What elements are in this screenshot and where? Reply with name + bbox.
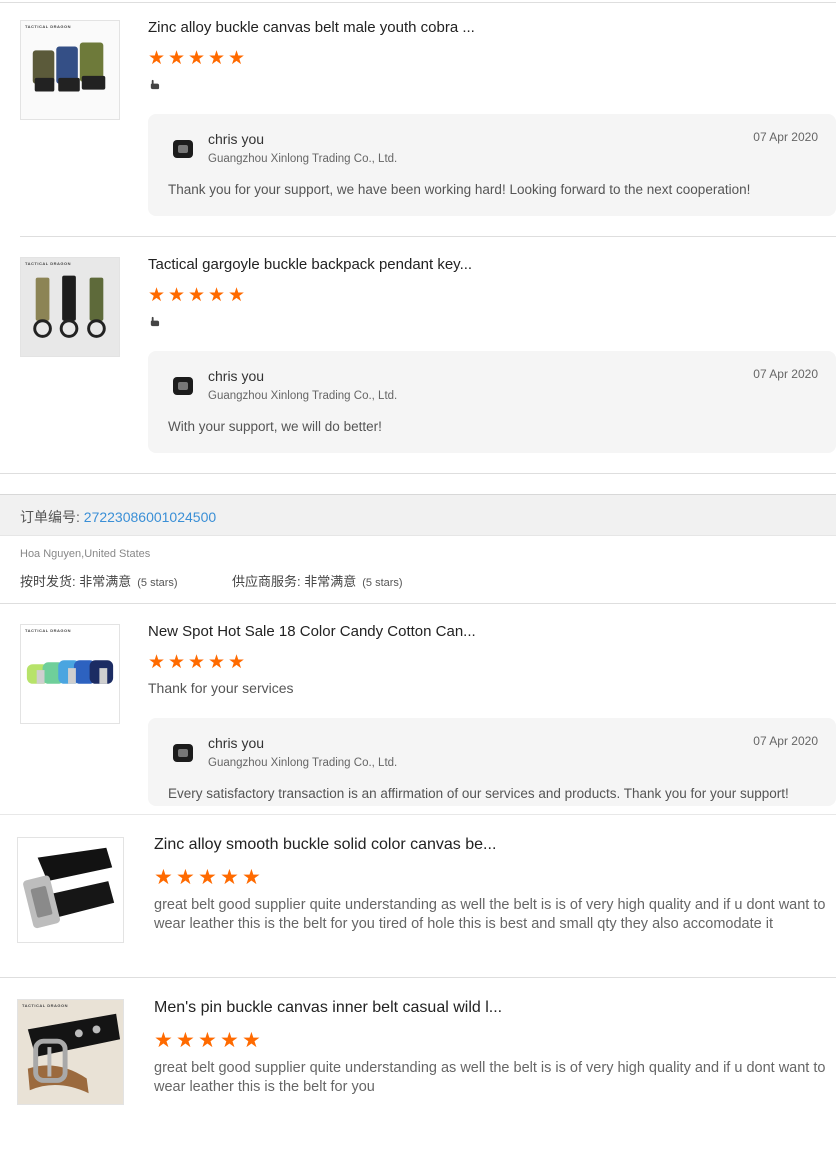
star-rating: ★ ★ ★ ★ ★ [148,47,246,69]
reply-author-name: chris you [208,368,265,384]
reply-author-name: chris you [208,735,265,751]
thumb-hand-icon[interactable] [149,316,160,327]
star-icon: ★ [154,1028,173,1052]
product-thumbnail[interactable]: TACTICAL DRAGON [20,257,120,357]
shipping-rating-stars: (5 stars) [137,577,178,589]
reply-text: Thank you for your support, we have been… [168,182,751,197]
divider [0,977,836,978]
pendant-image [21,258,119,356]
buyer-info: Hoa Nguyen,United States [20,548,151,560]
product-title[interactable]: Tactical gargoyle buckle backpack pendan… [148,256,472,273]
star-icon: ★ [242,1028,261,1052]
reply-company: Guangzhou Xinlong Trading Co., Ltd. [208,390,398,402]
order-number-link[interactable]: 27223086001024500 [84,509,216,525]
review-comment: great belt good supplier quite understan… [154,1059,836,1097]
thumb-brand-tag: TACTICAL DRAGON [25,24,72,29]
service-rating-label: 供应商服务: 非常满意 [232,574,357,589]
reply-date: 07 Apr 2020 [753,734,818,748]
seller-reply: chris you Guangzhou Xinlong Trading Co.,… [148,351,836,453]
star-icon: ★ [228,651,246,673]
product-title[interactable]: New Spot Hot Sale 18 Color Candy Cotton … [148,623,476,640]
divider [0,2,836,3]
reply-author-name: chris you [208,131,265,147]
product-thumbnail[interactable]: TACTICAL DRAGON [20,20,120,120]
belts-image [21,21,119,119]
candy-belts-image [21,625,119,723]
star-icon: ★ [220,1028,239,1052]
buckle-avatar-icon [173,140,193,158]
pin-buckle-belt-image [18,1000,123,1104]
thumb-brand-tag: TACTICAL DRAGON [22,1003,69,1008]
seller-reply: chris you Guangzhou Xinlong Trading Co.,… [148,718,836,806]
product-title[interactable]: Men's pin buckle canvas inner belt casua… [154,999,502,1017]
reply-text: With your support, we will do better! [168,419,382,434]
review-comment-line: wear leather this is the belt for you [154,1079,375,1095]
star-icon: ★ [168,651,186,673]
reply-date: 07 Apr 2020 [753,130,818,144]
divider [0,814,836,815]
star-icon: ★ [148,651,166,673]
star-icon: ★ [176,1028,195,1052]
star-icon: ★ [168,284,186,306]
star-icon: ★ [208,284,226,306]
star-icon: ★ [188,651,206,673]
star-icon: ★ [208,651,226,673]
star-icon: ★ [198,865,217,889]
order-header: 订单编号: 27223086001024500 [0,494,836,536]
reply-text: Every satisfactory transaction is an aff… [168,786,789,801]
buckle-avatar-icon [173,377,193,395]
buckle-avatar-icon [173,744,193,762]
divider [0,473,836,474]
divider [0,603,836,604]
service-rating-stars: (5 stars) [362,577,403,589]
product-title[interactable]: Zinc alloy buckle canvas belt male youth… [148,19,475,36]
service-rating: 供应商服务: 非常满意 (5 stars) [232,571,403,590]
reply-company: Guangzhou Xinlong Trading Co., Ltd. [208,757,398,769]
star-rating: ★ ★ ★ ★ ★ [148,651,246,673]
star-icon: ★ [228,284,246,306]
product-thumbnail[interactable]: TACTICAL DRAGON [17,999,124,1105]
star-rating: ★ ★ ★ ★ ★ [148,284,246,306]
star-icon: ★ [148,47,166,69]
star-icon: ★ [176,865,195,889]
star-icon: ★ [220,865,239,889]
product-title[interactable]: Zinc alloy smooth buckle solid color can… [154,836,496,854]
thumb-hand-icon[interactable] [149,79,160,90]
seller-reply: chris you Guangzhou Xinlong Trading Co.,… [148,114,836,216]
divider [20,236,836,237]
star-rating: ★ ★ ★ ★ ★ [154,865,261,889]
product-thumbnail[interactable]: TACTICAL DRAGON [20,624,120,724]
star-icon: ★ [242,865,261,889]
shipping-rating: 按时发货: 非常满意 (5 stars) [20,571,178,590]
star-icon: ★ [208,47,226,69]
order-number-label: 订单编号: [20,509,84,525]
star-icon: ★ [168,47,186,69]
thumb-brand-tag: TACTICAL DRAGON [25,261,72,266]
star-icon: ★ [198,1028,217,1052]
star-icon: ★ [148,284,166,306]
reply-company: Guangzhou Xinlong Trading Co., Ltd. [208,153,398,165]
product-thumbnail[interactable] [17,837,124,943]
star-icon: ★ [188,284,206,306]
review-comment-line: great belt good supplier quite understan… [154,897,826,913]
black-belt-image [18,838,123,942]
review-comment: great belt good supplier quite understan… [154,896,836,934]
thumb-brand-tag: TACTICAL DRAGON [25,628,72,633]
shipping-rating-label: 按时发货: 非常满意 [20,574,132,589]
review-comment: Thank for your services [148,680,294,696]
star-icon: ★ [188,47,206,69]
star-rating: ★ ★ ★ ★ ★ [154,1028,261,1052]
reply-date: 07 Apr 2020 [753,367,818,381]
star-icon: ★ [228,47,246,69]
review-comment-line: great belt good supplier quite understan… [154,1060,826,1076]
review-comment-line: wear leather this is the belt for you ti… [154,916,773,932]
star-icon: ★ [154,865,173,889]
